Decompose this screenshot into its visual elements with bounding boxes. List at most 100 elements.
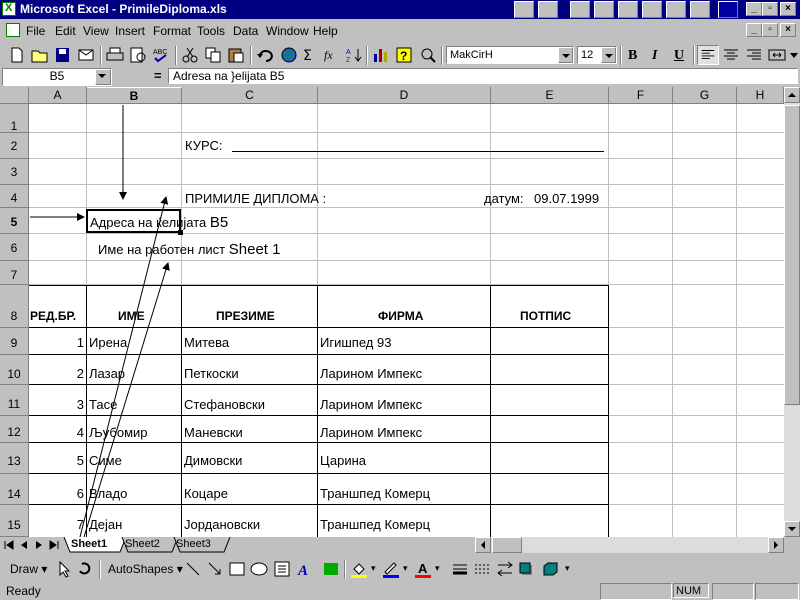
first-sheet-button[interactable] <box>2 538 16 552</box>
scroll-down-button[interactable] <box>784 521 800 537</box>
help-icon[interactable]: ? <box>393 45 415 65</box>
menu-format[interactable]: Format <box>153 24 191 38</box>
chevron-down-icon[interactable]: ▾ <box>371 563 376 574</box>
note-icon[interactable] <box>690 1 710 18</box>
paste-icon[interactable] <box>225 45 247 65</box>
horizontal-scrollbar[interactable] <box>475 537 784 553</box>
next-sheet-button[interactable] <box>32 538 46 552</box>
fill-color-icon[interactable] <box>348 559 370 579</box>
workbook-icon[interactable] <box>6 23 20 37</box>
font-color-icon[interactable]: A <box>412 559 434 579</box>
scroll-right-button[interactable] <box>768 537 784 553</box>
align-center-icon[interactable] <box>720 45 742 65</box>
num-lock-indicator: NUM <box>673 583 709 598</box>
underline-button[interactable]: U <box>674 48 684 64</box>
vertical-scrollbar[interactable] <box>784 87 800 537</box>
chevron-down-icon[interactable]: ▾ <box>403 563 408 574</box>
dash-style-icon[interactable] <box>471 559 493 579</box>
print-preview-icon[interactable] <box>127 45 149 65</box>
italic-button[interactable]: I <box>652 48 657 64</box>
new-icon[interactable] <box>6 45 28 65</box>
rectangle-icon[interactable] <box>226 559 248 579</box>
worksheet-grid[interactable]: A B C D E F G H 1 2 3 4 5 6 7 8 9 10 11 … <box>0 87 784 537</box>
chevron-down-icon[interactable] <box>558 47 573 63</box>
text-box-icon[interactable] <box>271 559 293 579</box>
doc-minimize-button[interactable]: _ <box>746 23 762 37</box>
font-name-select[interactable]: MakCirH <box>446 46 574 64</box>
undo-icon[interactable] <box>254 45 276 65</box>
vertical-scroll-thumb[interactable] <box>784 105 800 405</box>
chevron-down-icon[interactable]: ▾ <box>565 563 570 574</box>
menu-data[interactable]: Data <box>233 24 258 38</box>
horizontal-scroll-thumb[interactable] <box>492 537 522 553</box>
email-icon[interactable] <box>75 45 97 65</box>
task-icon[interactable] <box>618 1 638 18</box>
menu-help[interactable]: Help <box>313 24 338 38</box>
sort-ascending-icon[interactable]: AZ <box>343 45 365 65</box>
chevron-down-icon[interactable]: ▾ <box>435 563 440 574</box>
scroll-left-button[interactable] <box>475 537 491 553</box>
bold-button[interactable]: B <box>628 48 637 64</box>
copy-icon[interactable] <box>202 45 224 65</box>
contact-icon[interactable] <box>642 1 662 18</box>
wordart-icon[interactable]: A <box>294 559 316 579</box>
free-rotate-icon[interactable] <box>74 559 96 579</box>
save-icon[interactable] <box>52 45 74 65</box>
cut-icon[interactable] <box>179 45 201 65</box>
chevron-down-icon[interactable] <box>601 47 616 63</box>
oval-icon[interactable] <box>248 559 270 579</box>
3d-icon[interactable] <box>539 559 561 579</box>
tab-sheet3[interactable]: Sheet3 <box>176 538 211 550</box>
menu-window[interactable]: Window <box>266 24 309 38</box>
binder-icon[interactable] <box>538 1 558 18</box>
toolbar-more-icon[interactable] <box>790 51 798 59</box>
web-toolbar-icon[interactable] <box>278 45 300 65</box>
arrow-icon[interactable] <box>204 559 226 579</box>
last-sheet-button[interactable] <box>47 538 61 552</box>
select-objects-icon[interactable] <box>54 559 76 579</box>
name-box-dropdown[interactable] <box>95 69 111 85</box>
shortcut-icon[interactable] <box>718 1 738 18</box>
autoshapes-menu[interactable]: AutoShapes ▾ <box>108 562 183 576</box>
minimize-button[interactable]: _ <box>746 2 762 16</box>
annotation-arrows <box>30 105 170 537</box>
line-icon[interactable] <box>182 559 204 579</box>
font-size-select[interactable]: 12 <box>577 46 617 64</box>
menu-edit[interactable]: Edit <box>55 24 76 38</box>
chart-wizard-icon[interactable] <box>370 45 392 65</box>
doc-close-button[interactable]: × <box>780 23 796 37</box>
zoom-icon[interactable] <box>417 45 439 65</box>
mail-icon[interactable] <box>570 1 590 18</box>
calendar-icon[interactable] <box>594 1 614 18</box>
journal-icon[interactable] <box>666 1 686 18</box>
svg-text:A: A <box>418 561 428 576</box>
menu-insert[interactable]: Insert <box>115 24 145 38</box>
align-right-icon[interactable] <box>743 45 765 65</box>
clipart-icon[interactable] <box>320 559 342 579</box>
menu-tools[interactable]: Tools <box>197 24 225 38</box>
line-color-icon[interactable] <box>380 559 402 579</box>
print-icon[interactable] <box>104 45 126 65</box>
office-shortcut-icon[interactable] <box>514 1 534 18</box>
draw-menu[interactable]: Draw ▾ <box>10 562 47 576</box>
shadow-icon[interactable] <box>516 559 538 579</box>
merge-center-icon[interactable] <box>766 45 788 65</box>
align-left-icon[interactable] <box>697 45 719 65</box>
line-style-icon[interactable] <box>449 559 471 579</box>
excel-app-icon[interactable] <box>2 2 16 16</box>
tab-sheet1[interactable]: Sheet1 <box>71 538 107 550</box>
tab-sheet2[interactable]: Sheet2 <box>125 538 160 550</box>
function-icon[interactable]: fx <box>320 45 342 65</box>
open-icon[interactable] <box>29 45 51 65</box>
autosum-icon[interactable]: Σ <box>298 45 320 65</box>
arrow-style-icon[interactable] <box>494 559 516 579</box>
prev-sheet-button[interactable] <box>17 538 31 552</box>
scroll-up-button[interactable] <box>784 87 800 103</box>
restore-button[interactable]: ▫ <box>762 2 778 16</box>
menu-view[interactable]: View <box>83 24 109 38</box>
doc-restore-button[interactable]: ▫ <box>762 23 778 37</box>
formula-input[interactable]: Adresa na }elijata B5 <box>168 68 798 84</box>
menu-file[interactable]: File <box>26 24 45 38</box>
spelling-icon[interactable]: ABC <box>150 45 172 65</box>
close-button[interactable]: × <box>780 2 796 16</box>
